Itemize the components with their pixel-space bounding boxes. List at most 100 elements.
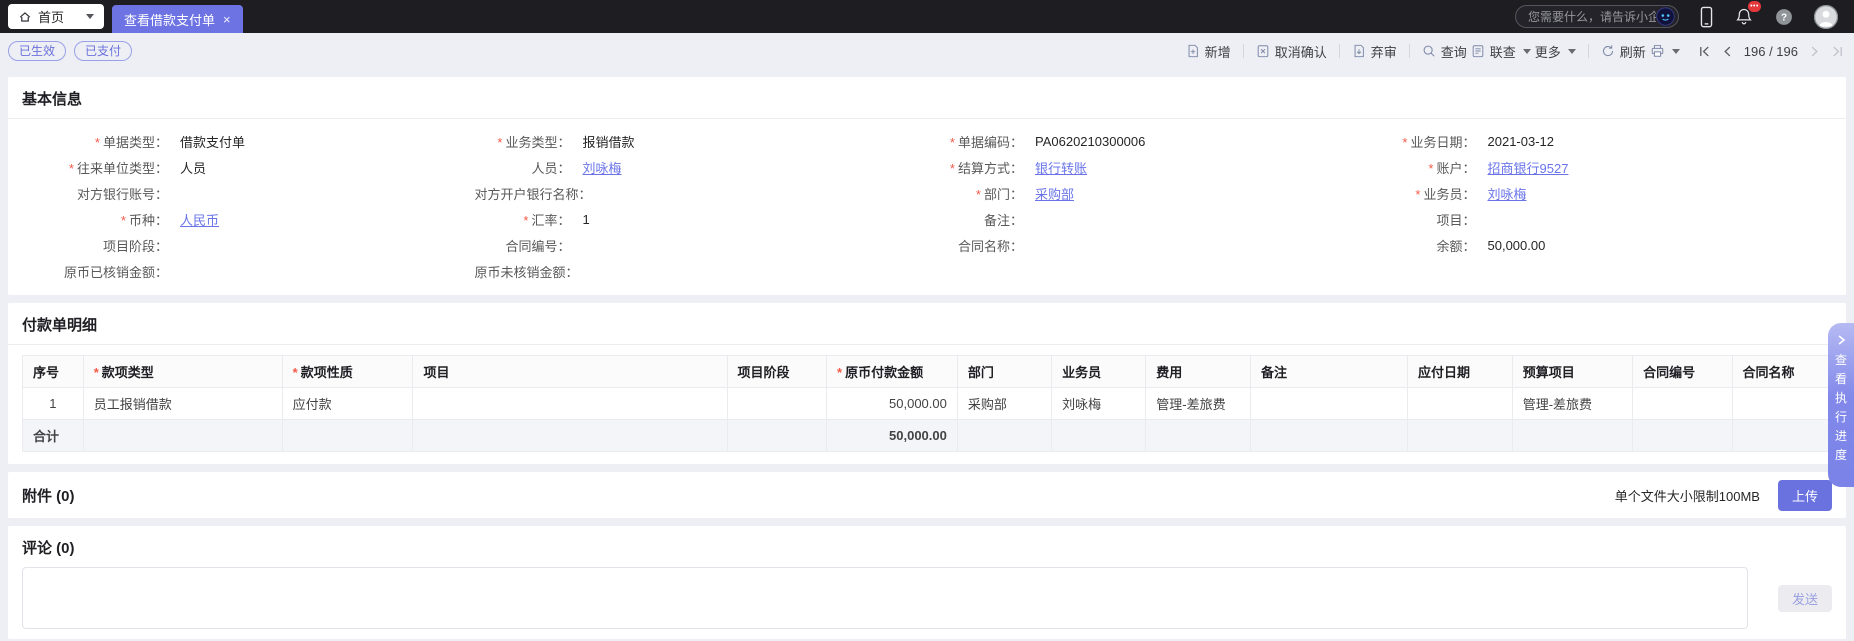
attachments-title: 附件 (0) (22, 485, 75, 506)
column-header-备注: 备注 (1250, 356, 1407, 388)
field-label: 人员： (475, 158, 571, 177)
more-button[interactable]: 更多 (1533, 38, 1578, 65)
upload-size-hint: 单个文件大小限制100MB (1615, 486, 1760, 505)
pager-first-button[interactable] (1698, 45, 1711, 58)
field-label: *业务员： (1380, 184, 1476, 203)
execution-progress-tab-label: 执 (1835, 389, 1847, 408)
chevron-down-icon (1568, 49, 1576, 54)
required-mark: * (950, 135, 955, 150)
column-header-预算项目: 预算项目 (1512, 356, 1632, 388)
refresh-icon (1601, 44, 1615, 58)
field-value-link[interactable]: 采购部 (1035, 184, 1074, 203)
cell (1732, 388, 1831, 420)
new-button[interactable]: 新增 (1184, 38, 1233, 65)
field-value-link[interactable]: 人民币 (180, 210, 219, 229)
field-value: 借款支付单 (180, 132, 245, 151)
field-label: 合同名称： (927, 236, 1023, 255)
query-button[interactable]: 查询 (1420, 38, 1469, 65)
chevron-right-icon (1837, 335, 1846, 345)
home-tab-dropdown-icon[interactable] (86, 14, 94, 19)
field-value-link[interactable]: 银行转账 (1035, 158, 1087, 177)
cell (413, 420, 727, 452)
column-header-合同名称: 合同名称 (1732, 356, 1831, 388)
required-mark: * (950, 161, 955, 176)
assistant-robot-icon[interactable] (1656, 7, 1675, 26)
pager-next-button[interactable] (1808, 45, 1821, 58)
field-value: 50,000.00 (1488, 238, 1546, 253)
cell (1250, 388, 1407, 420)
comment-input[interactable] (22, 567, 1748, 629)
upload-button[interactable]: 上传 (1778, 480, 1832, 511)
print-button[interactable] (1648, 40, 1682, 62)
field-label: 对方银行账号： (22, 184, 168, 203)
close-tab-icon[interactable]: × (223, 13, 231, 26)
field-项目阶段: 项目阶段： (22, 232, 475, 258)
field-项目: 项目： (1380, 206, 1833, 232)
required-mark: * (523, 213, 528, 228)
abandon-approval-button[interactable]: 弃审 (1350, 38, 1399, 65)
doc-abandon-icon (1352, 44, 1366, 58)
required-mark: * (1402, 135, 1407, 150)
refresh-button[interactable]: 刷新 (1599, 38, 1648, 65)
avatar[interactable] (1814, 5, 1838, 29)
cell (282, 420, 413, 452)
payment-detail-card: 付款单明细 序号*款项类型*款项性质项目项目阶段*原币付款金额部门业务员费用备注… (8, 303, 1846, 464)
required-mark: * (1428, 161, 1433, 176)
cell: 管理-差旅费 (1146, 388, 1251, 420)
field-结算方式: *结算方式： 银行转账 (927, 154, 1380, 180)
field-label: *结算方式： (927, 158, 1023, 177)
column-header-项目: 项目 (413, 356, 727, 388)
field-value: 报销借款 (583, 132, 635, 151)
help-icon[interactable]: ? (1774, 7, 1794, 27)
comments-title: 评论 (0) (8, 526, 1846, 567)
assistant-search[interactable] (1515, 5, 1679, 28)
field-value: 1 (583, 212, 590, 227)
comments-card: 评论 (0) 发送 (8, 526, 1846, 639)
execution-progress-tab[interactable]: 查看执行进度 (1828, 323, 1854, 487)
doc-plus-icon (1186, 44, 1200, 58)
mobile-icon[interactable] (1699, 6, 1714, 28)
tab-view-loan-payment[interactable]: 查看借款支付单 × (112, 5, 243, 33)
total-amount: 50,000.00 (827, 420, 958, 452)
field-label: 项目阶段： (22, 236, 168, 255)
tab-home[interactable]: 首页 (8, 4, 104, 29)
cell (1408, 388, 1513, 420)
field-原币未核销金额: 原币未核销金额： (475, 258, 928, 284)
column-header-应付日期: 应付日期 (1408, 356, 1513, 388)
table-row[interactable]: 1员工报销借款应付款50,000.00采购部刘咏梅管理-差旅费管理-差旅费 (23, 388, 1832, 420)
field-label: 项目： (1380, 210, 1476, 229)
field-value-link[interactable]: 招商银行9527 (1488, 158, 1569, 177)
new-button-label: 新增 (1205, 42, 1231, 61)
cell: 采购部 (957, 388, 1051, 420)
required-mark: * (976, 187, 981, 202)
attachments-card: 附件 (0) 单个文件大小限制100MB 上传 (8, 472, 1846, 518)
linked-query-button[interactable]: 联查 (1469, 38, 1533, 65)
field-value: PA0620210300006 (1035, 134, 1145, 149)
field-label: 备注： (927, 210, 1023, 229)
execution-progress-tab-label: 看 (1835, 370, 1847, 389)
notification-bell-icon[interactable]: ••• (1734, 6, 1754, 27)
field-value-link[interactable]: 刘咏梅 (1488, 184, 1527, 203)
pager-last-button[interactable] (1831, 45, 1844, 58)
required-mark: * (121, 213, 126, 228)
cell (1512, 420, 1632, 452)
column-header-原币付款金额: *原币付款金额 (827, 356, 958, 388)
field-余额: 余额：50,000.00 (1380, 232, 1833, 258)
field-label: *业务日期： (1380, 132, 1476, 151)
total-label: 合计 (23, 420, 84, 452)
cancel-confirm-button[interactable]: 取消确认 (1254, 38, 1329, 65)
field-label: *单据编码： (927, 132, 1023, 151)
execution-progress-tab-label: 进 (1835, 427, 1847, 446)
divider (8, 344, 1846, 345)
field-value-link[interactable]: 刘咏梅 (583, 158, 622, 177)
printer-icon (1650, 44, 1665, 58)
cell (727, 388, 826, 420)
column-header-款项性质: *款项性质 (282, 356, 413, 388)
send-button[interactable]: 发送 (1778, 585, 1832, 612)
cell (1408, 420, 1513, 452)
field-label: 对方开户银行名称： (475, 184, 592, 203)
cell: 50,000.00 (827, 388, 958, 420)
required-mark: * (69, 161, 74, 176)
pager-prev-button[interactable] (1721, 45, 1734, 58)
assistant-search-input[interactable] (1528, 10, 1656, 24)
